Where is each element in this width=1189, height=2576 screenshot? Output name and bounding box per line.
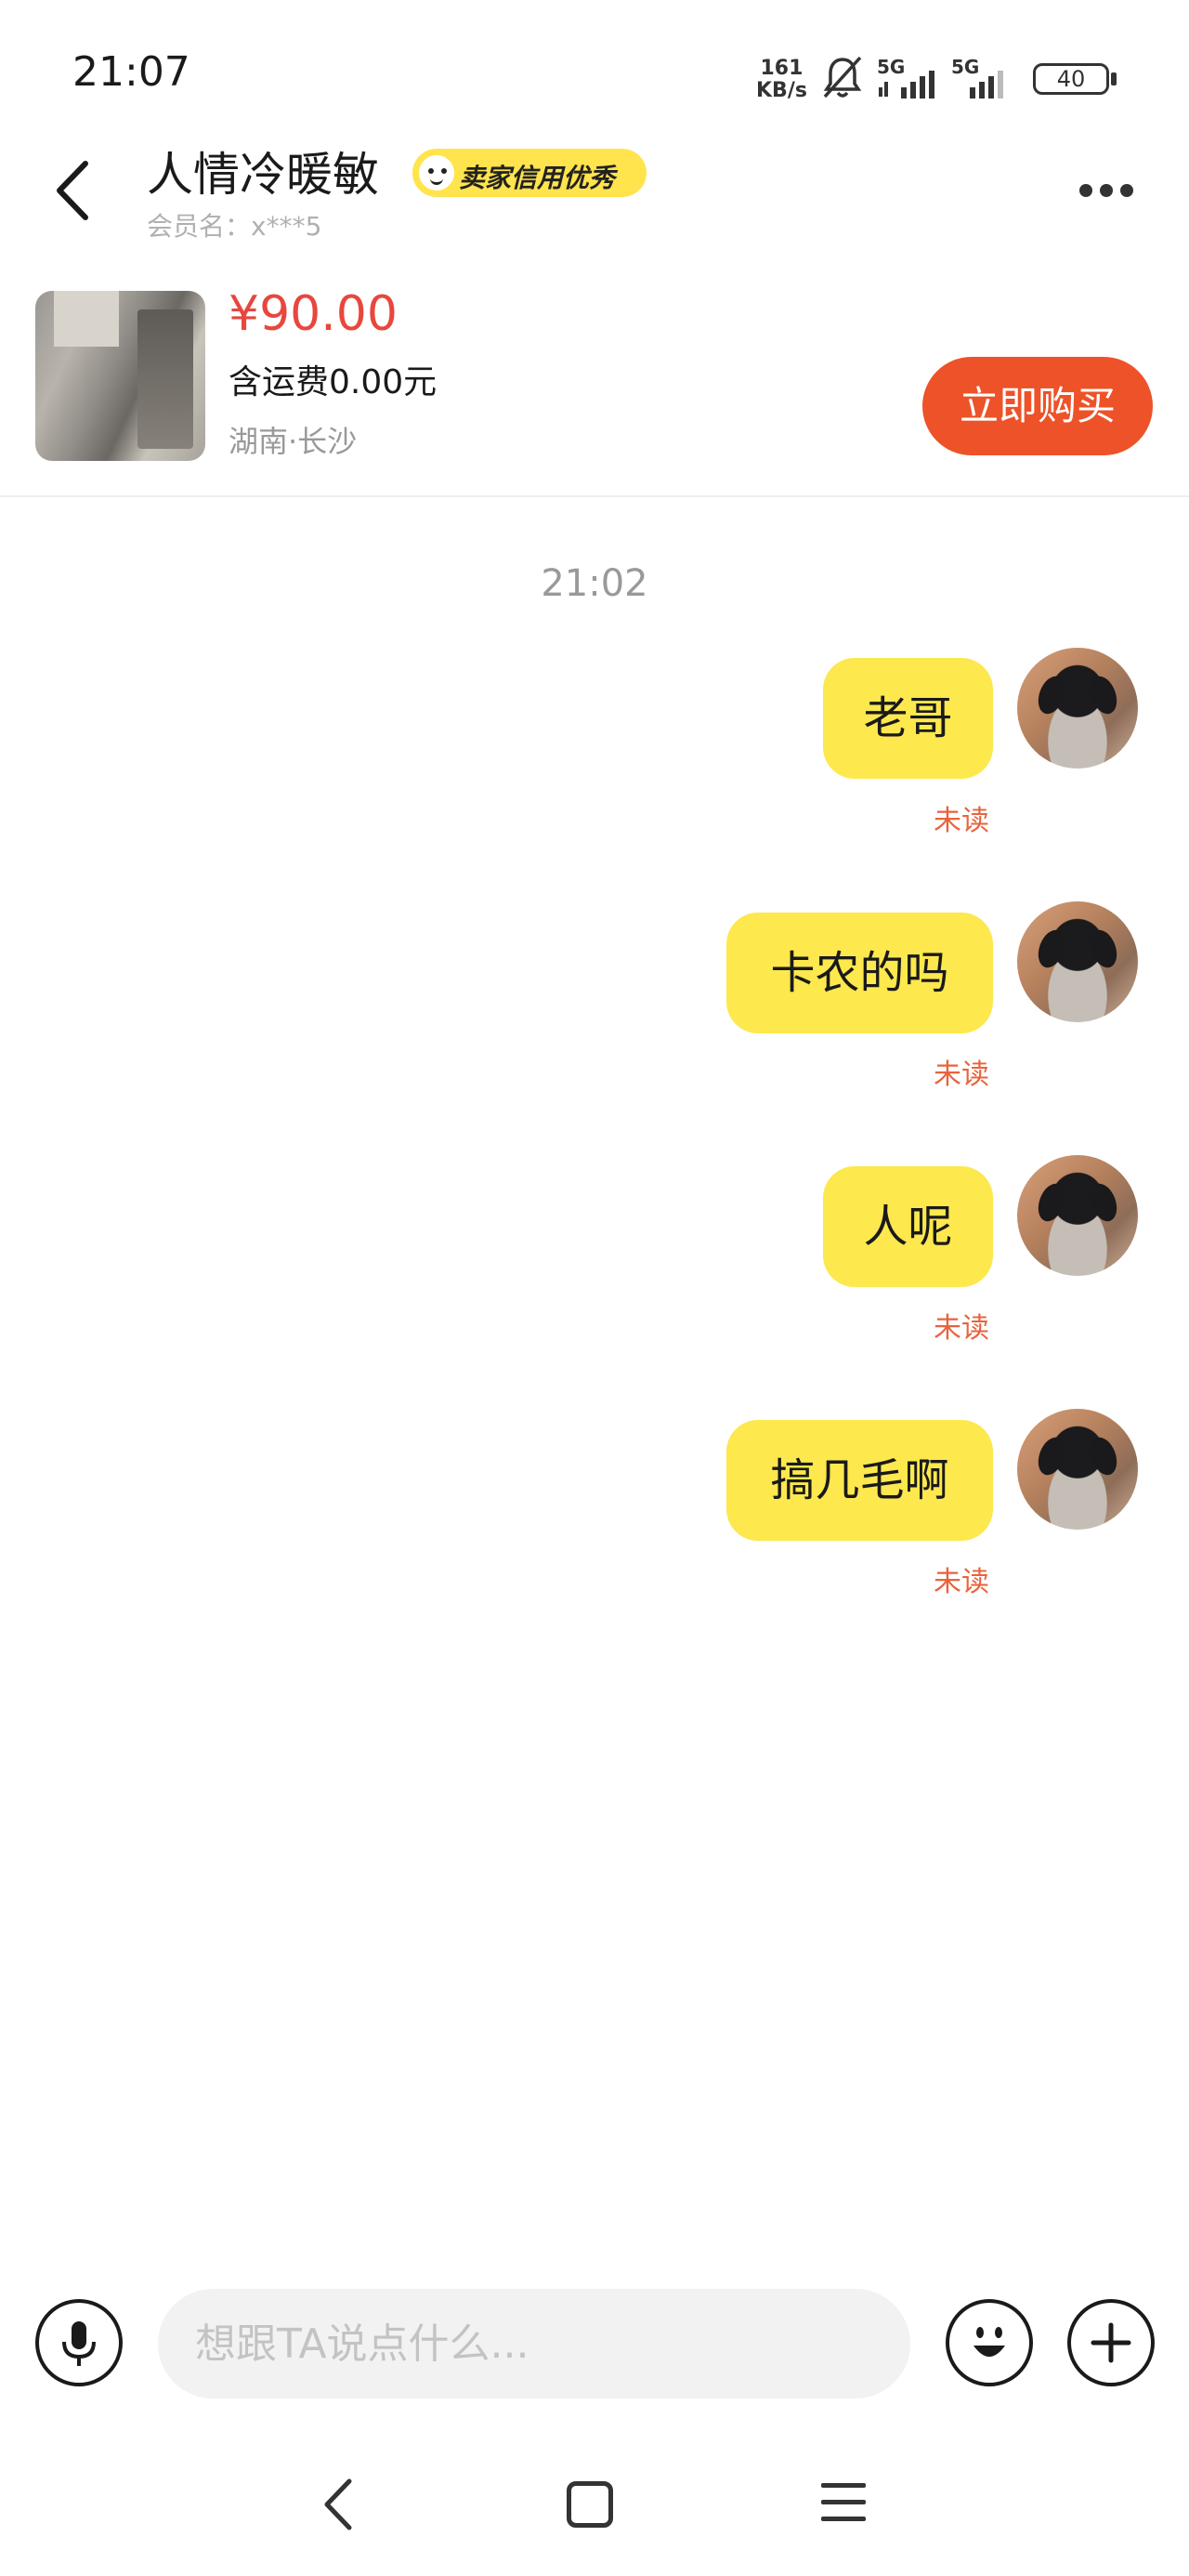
- read-status: 未读: [934, 805, 989, 837]
- avatar[interactable]: [1017, 648, 1138, 769]
- product-price: ¥90.00: [229, 286, 398, 342]
- nav-home-icon[interactable]: [567, 2481, 613, 2528]
- read-status: 未读: [934, 1058, 989, 1091]
- microphone-icon[interactable]: [35, 2299, 123, 2386]
- read-status: 未读: [934, 1312, 989, 1345]
- mute-bell-icon: [823, 56, 862, 99]
- product-thumbnail[interactable]: [35, 291, 205, 461]
- nav-menu-icon[interactable]: [821, 2481, 866, 2524]
- chat-timestamp: 21:02: [541, 562, 648, 605]
- message-bubble[interactable]: 卡农的吗: [726, 913, 993, 1033]
- chat-title: 人情冷暖敏: [147, 148, 379, 202]
- avatar[interactable]: [1017, 901, 1138, 1022]
- badge-label: 卖家信用优秀: [459, 163, 616, 193]
- back-icon[interactable]: [46, 158, 102, 223]
- more-icon[interactable]: [1068, 167, 1143, 214]
- network-speed: 161 KB/s: [756, 58, 807, 102]
- seller-credit-badge: 卖家信用优秀: [412, 149, 647, 197]
- member-value: x***5: [251, 211, 322, 242]
- plus-icon[interactable]: [1067, 2299, 1155, 2386]
- battery-indicator: 40: [1033, 63, 1109, 95]
- avatar[interactable]: [1017, 1409, 1138, 1530]
- divider: [0, 495, 1189, 497]
- network-speed-value: 161: [760, 57, 804, 80]
- avatar[interactable]: [1017, 1155, 1138, 1276]
- emoji-icon[interactable]: [946, 2299, 1033, 2386]
- member-label: 会员名：: [147, 211, 252, 242]
- battery-cap: [1111, 72, 1117, 85]
- message-bubble[interactable]: 人呢: [823, 1166, 993, 1287]
- message-bubble[interactable]: 老哥: [823, 658, 993, 779]
- network-speed-unit: KB/s: [756, 79, 807, 102]
- message-bubble[interactable]: 搞几毛啊: [726, 1420, 993, 1541]
- status-time: 21:07: [72, 48, 190, 96]
- member-name: 会员名：x***5: [147, 206, 321, 243]
- shipping-info: 含运费0.00元: [229, 363, 438, 401]
- message-input[interactable]: [158, 2289, 910, 2399]
- product-location: 湖南·长沙: [229, 424, 358, 459]
- nav-back-icon[interactable]: [316, 2472, 362, 2537]
- smile-icon: [416, 152, 457, 193]
- buy-now-button[interactable]: 立即购买: [922, 357, 1153, 455]
- signal-icon-1: 5G: [877, 56, 951, 100]
- read-status: 未读: [934, 1566, 989, 1598]
- signal-icon-2: 5G: [951, 56, 1026, 100]
